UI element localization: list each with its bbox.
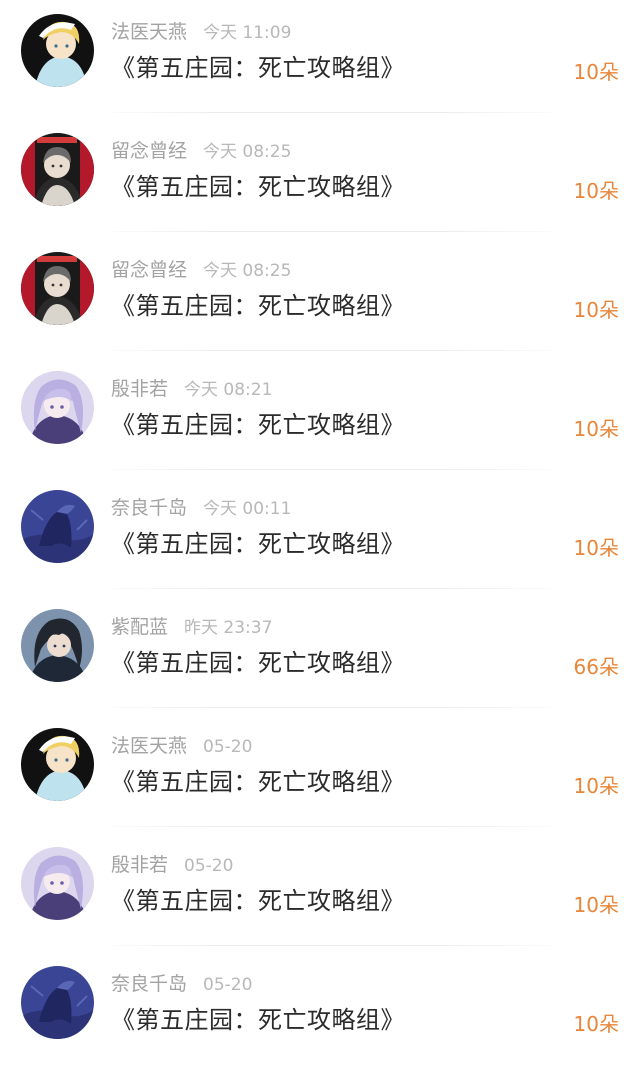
flower-count: 10朵	[573, 1012, 619, 1036]
item-meta: 法医天燕 05-20	[111, 732, 252, 760]
avatar-blonde-icon[interactable]	[21, 14, 94, 87]
book-title[interactable]: 《第五庄园：死亡攻略组》	[111, 764, 405, 800]
user-name[interactable]: 殷非若	[111, 375, 168, 403]
user-name[interactable]: 奈良千岛	[111, 494, 187, 522]
book-title[interactable]: 《第五庄园：死亡攻略组》	[111, 645, 405, 681]
flower-count: 66朵	[573, 655, 619, 679]
flower-count: 10朵	[573, 60, 619, 84]
timestamp: 05-20	[203, 737, 253, 757]
user-name[interactable]: 法医天燕	[111, 18, 187, 46]
book-title[interactable]: 《第五庄园：死亡攻略组》	[111, 50, 405, 86]
avatar-blue-figure-icon[interactable]	[21, 490, 94, 563]
book-title[interactable]: 《第五庄园：死亡攻略组》	[111, 407, 405, 443]
list-item[interactable]: 法医天燕 05-20 《第五庄园：死亡攻略组》 10朵	[0, 714, 640, 833]
divider	[111, 945, 550, 946]
item-meta: 紫配蓝 昨天 23:37	[111, 613, 272, 641]
divider	[111, 469, 550, 470]
divider	[111, 112, 550, 113]
item-meta: 留念曾经 今天 08:25	[111, 137, 291, 165]
flower-count: 10朵	[573, 417, 619, 441]
flower-count: 10朵	[573, 179, 619, 203]
timestamp: 今天 00:11	[203, 499, 292, 519]
divider	[111, 231, 550, 232]
user-name[interactable]: 殷非若	[111, 851, 168, 879]
timestamp: 今天 08:25	[203, 142, 292, 162]
timestamp: 05-20	[203, 975, 253, 995]
avatar-purple-hair-icon[interactable]	[21, 371, 94, 444]
user-name[interactable]: 奈良千岛	[111, 970, 187, 998]
item-meta: 法医天燕 今天 11:09	[111, 18, 291, 46]
divider	[111, 826, 550, 827]
flower-count: 10朵	[573, 774, 619, 798]
item-meta: 殷非若 今天 08:21	[111, 375, 272, 403]
divider	[111, 588, 550, 589]
item-meta: 奈良千岛 今天 00:11	[111, 494, 291, 522]
avatar-red-banner-icon[interactable]	[21, 133, 94, 206]
timestamp: 今天 11:09	[203, 23, 292, 43]
item-meta: 殷非若 05-20	[111, 851, 233, 879]
flower-count: 10朵	[573, 893, 619, 917]
user-name[interactable]: 紫配蓝	[111, 613, 168, 641]
list-item[interactable]: 殷非若 今天 08:21 《第五庄园：死亡攻略组》 10朵	[0, 357, 640, 476]
list-item[interactable]: 奈良千岛 今天 00:11 《第五庄园：死亡攻略组》 10朵	[0, 476, 640, 595]
user-name[interactable]: 留念曾经	[111, 256, 187, 284]
list-item[interactable]: 法医天燕 今天 11:09 《第五庄园：死亡攻略组》 10朵	[0, 0, 640, 119]
book-title[interactable]: 《第五庄园：死亡攻略组》	[111, 526, 405, 562]
divider	[111, 707, 550, 708]
timestamp: 今天 08:25	[203, 261, 292, 281]
avatar-red-banner-icon[interactable]	[21, 252, 94, 325]
list-item[interactable]: 紫配蓝 昨天 23:37 《第五庄园：死亡攻略组》 66朵	[0, 595, 640, 714]
list-item[interactable]: 留念曾经 今天 08:25 《第五庄园：死亡攻略组》 10朵	[0, 119, 640, 238]
avatar-purple-hair-icon[interactable]	[21, 847, 94, 920]
timestamp: 昨天 23:37	[184, 618, 273, 638]
timestamp: 今天 08:21	[184, 380, 273, 400]
list-item[interactable]: 殷非若 05-20 《第五庄园：死亡攻略组》 10朵	[0, 833, 640, 952]
list-item[interactable]: 奈良千岛 05-20 《第五庄园：死亡攻略组》 10朵	[0, 952, 640, 1071]
book-title[interactable]: 《第五庄园：死亡攻略组》	[111, 883, 405, 919]
user-name[interactable]: 法医天燕	[111, 732, 187, 760]
user-name[interactable]: 留念曾经	[111, 137, 187, 165]
item-meta: 奈良千岛 05-20	[111, 970, 252, 998]
book-title[interactable]: 《第五庄园：死亡攻略组》	[111, 169, 405, 205]
flower-count: 10朵	[573, 298, 619, 322]
avatar-blue-figure-icon[interactable]	[21, 966, 94, 1039]
book-title[interactable]: 《第五庄园：死亡攻略组》	[111, 288, 405, 324]
flower-count: 10朵	[573, 536, 619, 560]
divider	[111, 350, 550, 351]
gift-record-list: 法医天燕 今天 11:09 《第五庄园：死亡攻略组》 10朵 留念曾经 今天 08:…	[0, 0, 640, 1061]
avatar-dark-hair-icon[interactable]	[21, 609, 94, 682]
list-item[interactable]: 留念曾经 今天 08:25 《第五庄园：死亡攻略组》 10朵	[0, 238, 640, 357]
timestamp: 05-20	[184, 856, 234, 876]
avatar-blonde-icon[interactable]	[21, 728, 94, 801]
item-meta: 留念曾经 今天 08:25	[111, 256, 291, 284]
book-title[interactable]: 《第五庄园：死亡攻略组》	[111, 1002, 405, 1038]
